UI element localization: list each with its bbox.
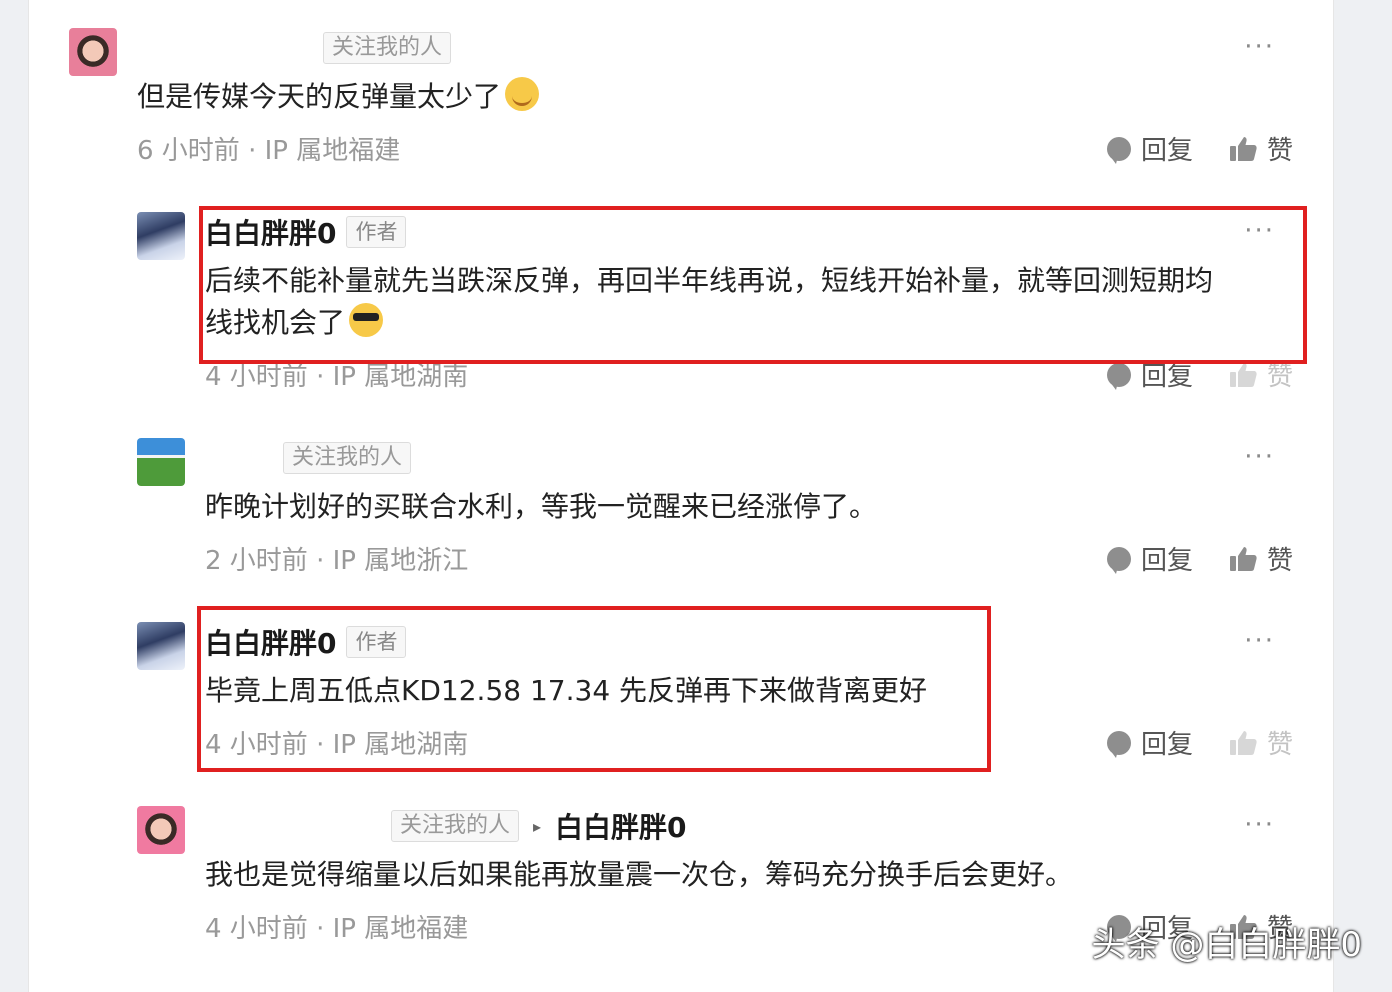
reply-button[interactable]: 回复	[1106, 130, 1193, 167]
comment-text: 昨晚计划好的买联合水利，等我一觉醒来已经涨停了。	[205, 490, 878, 523]
thumbs-up-icon	[1229, 136, 1257, 161]
more-options-icon[interactable]: ···	[1244, 32, 1275, 62]
comment-text: 我也是觉得缩量以后如果能再放量震一次仓，筹码充分换手后会更好。	[205, 858, 1074, 891]
avatar[interactable]	[137, 622, 185, 670]
like-button[interactable]: 赞	[1229, 724, 1293, 761]
reply-button[interactable]: 回复	[1106, 540, 1193, 577]
comment-meta: 6 小时前 · IP 属地福建	[137, 136, 401, 166]
comment-meta: 4 小时前 · IP 属地福建	[205, 914, 469, 944]
reply-icon	[1106, 730, 1131, 758]
comment-actions: 回复 赞	[1106, 130, 1293, 167]
highlight-box	[197, 606, 991, 772]
crying-laugh-emoji-icon	[505, 77, 540, 111]
follow-badge: 关注我的人	[283, 442, 412, 474]
reply-to-name[interactable]: 白白胖胖0	[555, 806, 686, 846]
comment-actions: 回复 赞	[1106, 540, 1293, 577]
thumbs-up-icon	[1229, 730, 1257, 755]
reply-icon	[1106, 362, 1131, 390]
comment-meta: 2 小时前 · IP 属地浙江	[205, 546, 469, 576]
like-button[interactable]: 赞	[1229, 130, 1293, 167]
more-options-icon[interactable]: ···	[1244, 626, 1275, 656]
reply-arrow-icon: ▸	[533, 816, 542, 836]
comment-text: 但是传媒今天的反弹量太少了	[137, 76, 540, 118]
more-options-icon[interactable]: ···	[1244, 442, 1275, 472]
highlight-box	[199, 206, 1307, 364]
reply-icon	[1106, 136, 1131, 164]
watermark: 头条 @白白胖胖0	[1091, 925, 1362, 965]
reply-icon	[1106, 546, 1131, 574]
follow-badge: 关注我的人	[323, 32, 452, 64]
reply-button[interactable]: 回复	[1106, 724, 1193, 761]
comment-list: 关注我的人 ··· 但是传媒今天的反弹量太少了 6 小时前 · IP 属地福建 …	[28, 0, 1334, 992]
thumbs-up-icon	[1229, 546, 1257, 571]
avatar[interactable]	[137, 438, 185, 486]
avatar[interactable]	[137, 212, 185, 260]
like-button[interactable]: 赞	[1229, 540, 1293, 577]
more-options-icon[interactable]: ···	[1244, 810, 1275, 840]
avatar[interactable]	[69, 28, 117, 76]
avatar[interactable]	[137, 806, 185, 854]
comment-actions: 回复 赞	[1106, 724, 1293, 761]
thumbs-up-icon	[1229, 362, 1257, 387]
follow-badge: 关注我的人	[391, 810, 520, 842]
